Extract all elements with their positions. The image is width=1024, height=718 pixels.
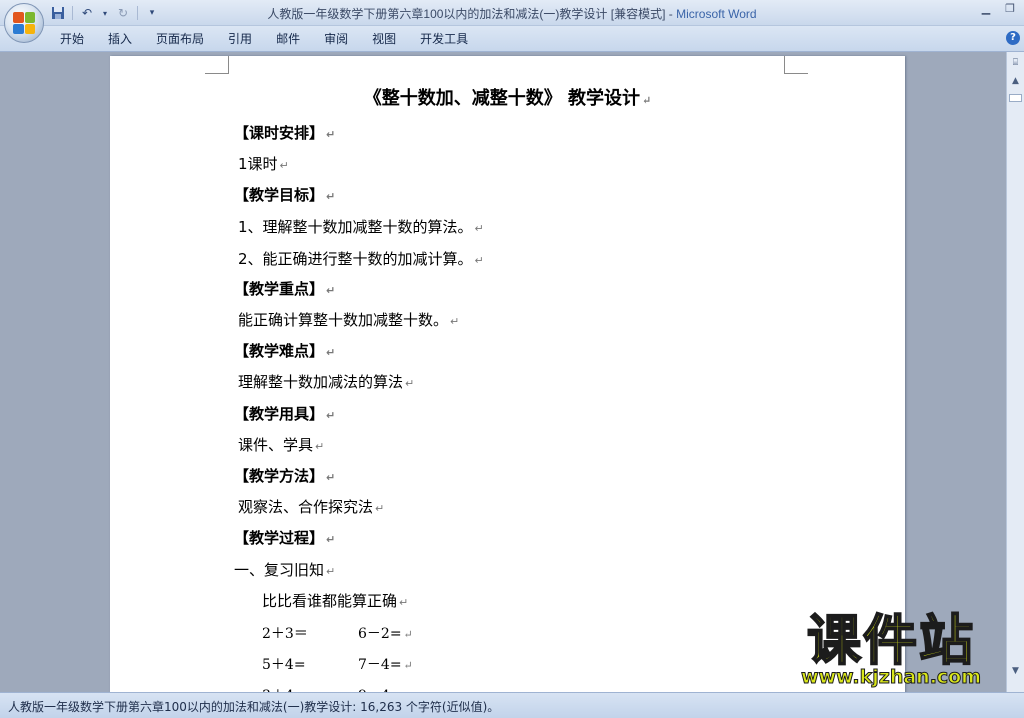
document-title: 《整十数加、减整十数》 教学设计 ↵	[110, 84, 905, 110]
paragraph: 课件、学具 ↵	[238, 434, 324, 455]
scroll-thumb[interactable]	[1009, 94, 1022, 102]
paragraph-text: 【课时安排】	[234, 124, 325, 142]
ribbon-tabs: 开始 插入 页面布局 引用 邮件 审阅 视图 开发工具	[48, 30, 480, 48]
ribbon: 开始 插入 页面布局 引用 邮件 审阅 视图 开发工具 ?	[0, 26, 1024, 52]
paragraph-mark-icon: ↵	[326, 190, 336, 203]
section-heading: 【课时安排】 ↵	[234, 122, 335, 143]
paragraph-mark-icon: ↵	[375, 502, 385, 515]
tab-insert[interactable]: 插入	[96, 30, 144, 48]
paragraph-text: 【教学目标】	[234, 186, 325, 204]
help-icon[interactable]: ?	[1006, 31, 1020, 45]
paragraph-mark-icon: ↵	[405, 377, 415, 390]
paragraph-text: 1课时	[238, 155, 278, 173]
paragraph-mark-icon: ↵	[315, 440, 325, 453]
section-heading: 【教学用具】 ↵	[234, 403, 335, 424]
paragraph-mark-icon: ↵	[474, 222, 484, 235]
section-heading: 【教学过程】 ↵	[234, 527, 335, 548]
title-bar: ↶ ▾ ↻ ▾ 人教版一年级数学下册第六章100以内的加法和减法(一)教学设计 …	[0, 0, 1024, 26]
section-heading: 【教学目标】 ↵	[234, 184, 335, 205]
tab-references[interactable]: 引用	[216, 30, 264, 48]
paragraph-mark-icon: ↵	[326, 533, 336, 546]
window-controls: ▁ ❐	[978, 2, 1018, 15]
paragraph: 比比看谁都能算正确 ↵	[262, 590, 408, 611]
paragraph-mark-icon: ↵	[326, 409, 336, 422]
paragraph-mark-icon: ↵	[326, 471, 336, 484]
document-title-text: 《整十数加、减整十数》 教学设计	[363, 88, 641, 109]
paragraph-text: 【教学方法】	[234, 467, 325, 485]
calc-right: 7－4= ↵	[358, 654, 413, 674]
tab-developer[interactable]: 开发工具	[408, 30, 480, 48]
app-name: Microsoft Word	[676, 7, 757, 21]
paragraph-mark-icon: ↵	[279, 159, 289, 172]
document-name: 人教版一年级数学下册第六章100以内的加法和减法(一)教学设计 [兼容模式]	[267, 7, 666, 21]
status-text: 人教版一年级数学下册第六章100以内的加法和减法(一)教学设计: 16,263 …	[8, 700, 500, 714]
paragraph: 1课时 ↵	[238, 153, 289, 174]
tab-page-layout[interactable]: 页面布局	[144, 30, 216, 48]
tab-mailings[interactable]: 邮件	[264, 30, 312, 48]
paragraph-mark-icon: ↵	[403, 628, 413, 641]
calc-right-text: 7－4=	[358, 657, 402, 673]
paragraph: 理解整十数加减法的算法 ↵	[238, 371, 414, 392]
calc-left: 5＋4=	[262, 657, 306, 673]
section-heading: 【教学难点】 ↵	[234, 340, 335, 361]
paragraph-mark-icon: ↵	[326, 565, 336, 578]
tab-home[interactable]: 开始	[48, 30, 96, 48]
scroll-up-icon[interactable]: ▲	[1009, 74, 1022, 88]
window-title: 人教版一年级数学下册第六章100以内的加法和减法(一)教学设计 [兼容模式] -…	[0, 5, 1024, 22]
paragraph-mark-icon: ↵	[326, 284, 336, 297]
paragraph-mark-icon: ↵	[399, 596, 409, 609]
paragraph-text: 【教学用具】	[234, 405, 325, 423]
paragraph-text: 【教学重点】	[234, 280, 325, 298]
paragraph: 观察法、合作探究法 ↵	[238, 496, 384, 517]
paragraph-text: 课件、学具	[238, 436, 314, 454]
document-area[interactable]: 《整十数加、减整十数》 教学设计 ↵ 【课时安排】 ↵ 1课时 ↵ 【教学目标】 ↵ 1、理解…	[0, 52, 1006, 692]
paragraph-mark-icon: ↵	[450, 315, 460, 328]
paragraph-mark-icon: ↵	[642, 94, 652, 107]
paragraph-mark-icon: ↵	[474, 254, 484, 267]
calc-left: 3＋4=	[262, 685, 306, 692]
paragraph-text: 【教学难点】	[234, 342, 325, 360]
document-page[interactable]: 《整十数加、减整十数》 教学设计 ↵ 【课时安排】 ↵ 1课时 ↵ 【教学目标】 ↵ 1、理解…	[110, 56, 905, 692]
tab-review[interactable]: 审阅	[312, 30, 360, 48]
restore-icon[interactable]: ❐	[1002, 2, 1018, 15]
paragraph-mark-icon: ↵	[326, 128, 336, 141]
tab-view[interactable]: 视图	[360, 30, 408, 48]
paragraph-text: 2、能正确进行整十数的加减计算。	[238, 250, 473, 268]
calc-right: 9－4=↵	[358, 685, 413, 692]
calc-right-text: 6－2=	[358, 626, 402, 642]
status-bar: 人教版一年级数学下册第六章100以内的加法和减法(一)教学设计: 16,263 …	[0, 692, 1024, 718]
calc-left: 2＋3＝	[262, 626, 308, 642]
view-ruler-icon[interactable]: ⌸	[1009, 56, 1022, 70]
calc-right: 6－2= ↵	[358, 623, 413, 643]
office-logo-icon	[13, 12, 35, 34]
paragraph-text: 一、复习旧知	[234, 561, 325, 579]
watermark-url: www.kjzhan.com	[800, 666, 982, 689]
crop-mark	[784, 56, 808, 74]
section-heading: 【教学重点】 ↵	[234, 278, 335, 299]
paragraph-text: 观察法、合作探究法	[238, 498, 374, 516]
section-heading: 【教学方法】 ↵	[234, 465, 335, 486]
paragraph: 1、理解整十数加减整十数的算法。 ↵	[238, 216, 484, 237]
vertical-scrollbar[interactable]: ⌸ ▲ ▼	[1006, 52, 1024, 692]
paragraph: 能正确计算整十数加减整十数。 ↵	[238, 309, 459, 330]
paragraph: 2、能正确进行整十数的加减计算。 ↵	[238, 248, 484, 269]
paragraph-mark-icon: ↵	[326, 346, 336, 359]
watermark: 课件站 www.kjzhan.com	[766, 609, 1016, 692]
office-button[interactable]	[4, 3, 44, 43]
crop-mark	[205, 56, 229, 74]
paragraph: 一、复习旧知 ↵	[234, 559, 335, 580]
title-separator: -	[665, 7, 677, 21]
paragraph-mark-icon: ↵	[403, 659, 413, 672]
paragraph-text: 比比看谁都能算正确	[262, 592, 398, 610]
minimize-icon[interactable]: ▁	[978, 2, 994, 15]
paragraph-text: 1、理解整十数加减整十数的算法。	[238, 218, 473, 236]
paragraph-text: 【教学过程】	[234, 529, 325, 547]
paragraph-text: 理解整十数加减法的算法	[238, 373, 404, 391]
paragraph-text: 能正确计算整十数加减整十数。	[238, 311, 449, 329]
watermark-title: 课件站	[806, 609, 975, 672]
